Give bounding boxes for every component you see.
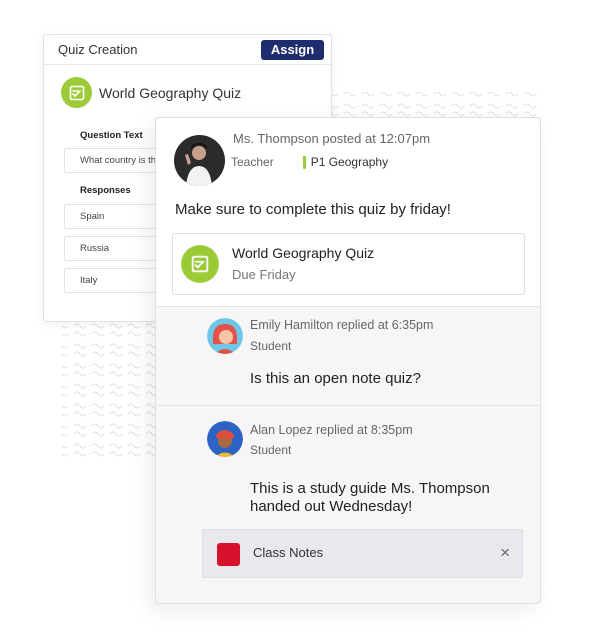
- reply-author-role: Student: [250, 339, 292, 353]
- reply-author-role: Student: [250, 443, 292, 457]
- avatar: [174, 135, 225, 186]
- post-message: Make sure to complete this quiz by frida…: [175, 201, 451, 218]
- post-author-line: Ms. Thompson posted at 12:07pm: [233, 131, 431, 146]
- class-notes-attachment[interactable]: Class Notes ×: [202, 529, 523, 578]
- responses-label: Responses: [80, 185, 131, 196]
- quiz-title-row: World Geography Quiz: [61, 77, 241, 108]
- reply-message-line: handed out Wednesday!: [250, 498, 413, 515]
- class-tag-marker: [302, 155, 306, 169]
- close-icon[interactable]: ×: [500, 543, 510, 563]
- avatar: [207, 318, 243, 354]
- class-tag-label: P1 Geography: [310, 155, 389, 169]
- quiz-attachment-card[interactable]: World Geography Quiz Due Friday: [172, 233, 525, 295]
- attachment-due-date: Due Friday: [232, 267, 296, 282]
- class-tag[interactable]: P1 Geography: [302, 155, 389, 169]
- reply-message: Is this an open note quiz?: [250, 370, 421, 387]
- attachment-title: World Geography Quiz: [232, 245, 375, 261]
- post-author-role: Teacher: [231, 155, 274, 169]
- notes-file-icon: [217, 543, 240, 566]
- quiz-creation-header: Quiz Creation Assign: [44, 35, 331, 65]
- avatar: [207, 421, 243, 457]
- assign-button[interactable]: Assign: [261, 40, 324, 60]
- reply-message-line: This is a study guide Ms. Thompson: [250, 480, 490, 497]
- quiz-doc-icon: [61, 77, 92, 108]
- reply-message: This is a study guide Ms. Thompson hande…: [250, 480, 490, 516]
- question-text-label: Question Text: [80, 130, 143, 141]
- quiz-title: World Geography Quiz: [99, 84, 242, 101]
- quiz-doc-icon: [181, 245, 219, 283]
- reply-author-line: Emily Hamilton replied at 6:35pm: [250, 318, 434, 332]
- post-meta: Teacher P1 Geography: [231, 155, 388, 169]
- replies-section: Emily Hamilton replied at 6:35pm Student…: [156, 306, 540, 603]
- class-notes-label: Class Notes: [253, 545, 324, 560]
- post-card: Ms. Thompson posted at 12:07pm Teacher P…: [155, 117, 541, 604]
- reply-divider: [156, 405, 540, 406]
- reply-author-line: Alan Lopez replied at 8:35pm: [250, 423, 413, 437]
- quiz-creation-title: Quiz Creation: [58, 42, 138, 57]
